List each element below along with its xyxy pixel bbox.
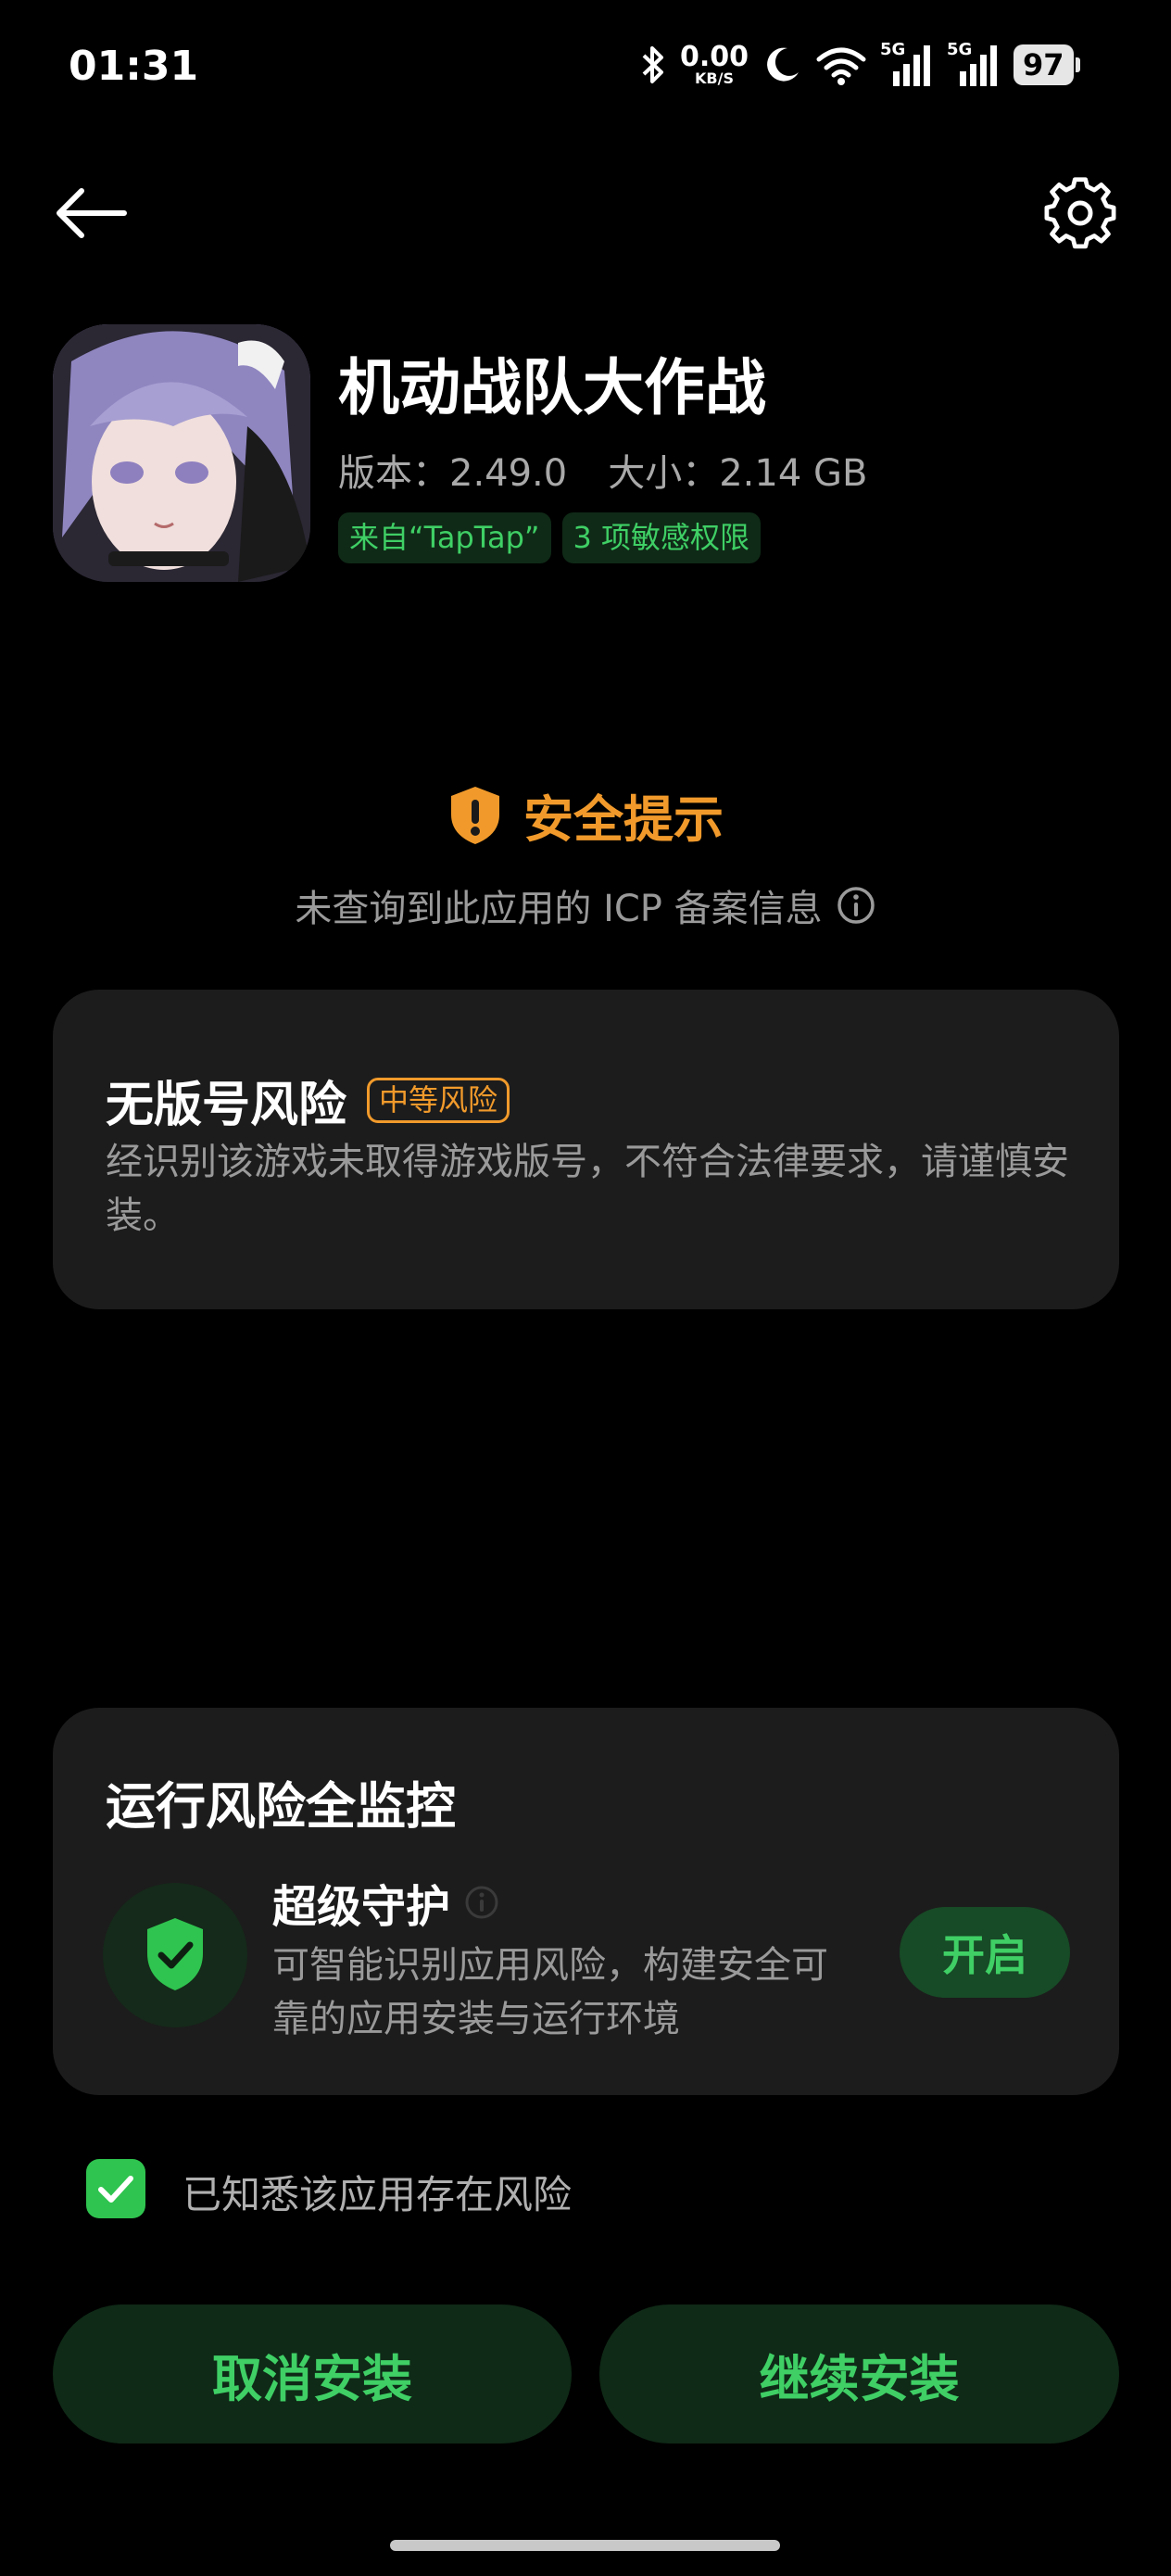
- guard-title-row: 超级守护: [272, 1870, 500, 1935]
- network-speed: 0.00 KB/S: [680, 44, 749, 86]
- app-meta: 版本：2.49.0 大小：2.14 GB: [338, 443, 867, 497]
- notice-title: 安全提示: [523, 790, 724, 849]
- info-circle-icon[interactable]: [463, 1884, 500, 1921]
- guard-title: 超级守护: [272, 1881, 451, 1933]
- notice-subtitle: 未查询到此应用的 ICP 备案信息: [295, 888, 823, 930]
- signal-1: 5G: [880, 40, 934, 86]
- status-time: 01:31: [69, 43, 199, 90]
- app-tags: 来自“TapTap” 3 项敏感权限: [338, 512, 762, 564]
- continue-install-button[interactable]: 继续安装: [599, 2305, 1119, 2443]
- acknowledge-checkbox[interactable]: [86, 2159, 145, 2218]
- risk-title: 无版号风险: [106, 1078, 347, 1133]
- notice-header: 安全提示: [0, 778, 1171, 852]
- signal-2: 5G: [947, 40, 1001, 86]
- notice-subtitle-row: 未查询到此应用的 ICP 备案信息: [0, 878, 1171, 932]
- app-version: 版本：2.49.0: [338, 452, 568, 495]
- info-circle-icon[interactable]: [836, 885, 876, 926]
- home-indicator[interactable]: [390, 2540, 780, 2551]
- shield-exclamation-icon: [451, 786, 499, 844]
- risk-level-badge: 中等风险: [367, 1077, 510, 1124]
- net-speed-unit: KB/S: [695, 69, 734, 87]
- app-icon: [53, 324, 310, 582]
- wifi-icon: [816, 47, 866, 85]
- guard-description: 可智能识别应用风险，构建安全可靠的应用安装与运行环境: [272, 1944, 828, 2040]
- settings-button[interactable]: [1038, 176, 1127, 250]
- net-speed-value: 0.00: [680, 41, 749, 73]
- app-size: 大小：2.14 GB: [608, 452, 868, 495]
- battery-indicator: 97: [1014, 44, 1080, 85]
- guard-icon-circle: [103, 1883, 247, 2027]
- back-button[interactable]: [48, 176, 137, 250]
- risk-description: 经识别该游戏未取得游戏版号，不符合法律要求，请谨慎安装。: [106, 1141, 1069, 1237]
- app-name: 机动战队大作战: [338, 352, 766, 423]
- checkmark-icon: [98, 2176, 133, 2203]
- shield-check-icon: [147, 1918, 203, 1990]
- gear-icon: [1044, 177, 1116, 249]
- monitor-title: 运行风险全监控: [106, 1777, 456, 1836]
- monitor-card: 运行风险全监控 超级守护 可智能识别应用风险，构建安全可靠的应用安装与运行环境 …: [53, 1708, 1119, 2095]
- status-icons: 0.00 KB/S 5G 5G 97: [639, 37, 1112, 93]
- risk-title-row: 无版号风险 中等风险: [106, 1066, 510, 1135]
- signal-2-label: 5G: [947, 40, 973, 59]
- signal-1-label: 5G: [880, 40, 906, 59]
- arrow-left-icon: [57, 188, 127, 238]
- app-artwork: [53, 324, 310, 582]
- bluetooth-icon: [642, 46, 663, 83]
- cancel-install-button[interactable]: 取消安装: [53, 2305, 572, 2443]
- enable-guard-button[interactable]: 开启: [900, 1907, 1070, 1998]
- acknowledge-label[interactable]: 已知悉该应用存在风险: [183, 2164, 572, 2220]
- permissions-tag[interactable]: 3 项敏感权限: [561, 512, 762, 564]
- source-tag[interactable]: 来自“TapTap”: [338, 512, 551, 564]
- risk-card: 无版号风险 中等风险 经识别该游戏未取得游戏版号，不符合法律要求，请谨慎安装。: [53, 990, 1119, 1309]
- moon-icon: [767, 47, 800, 82]
